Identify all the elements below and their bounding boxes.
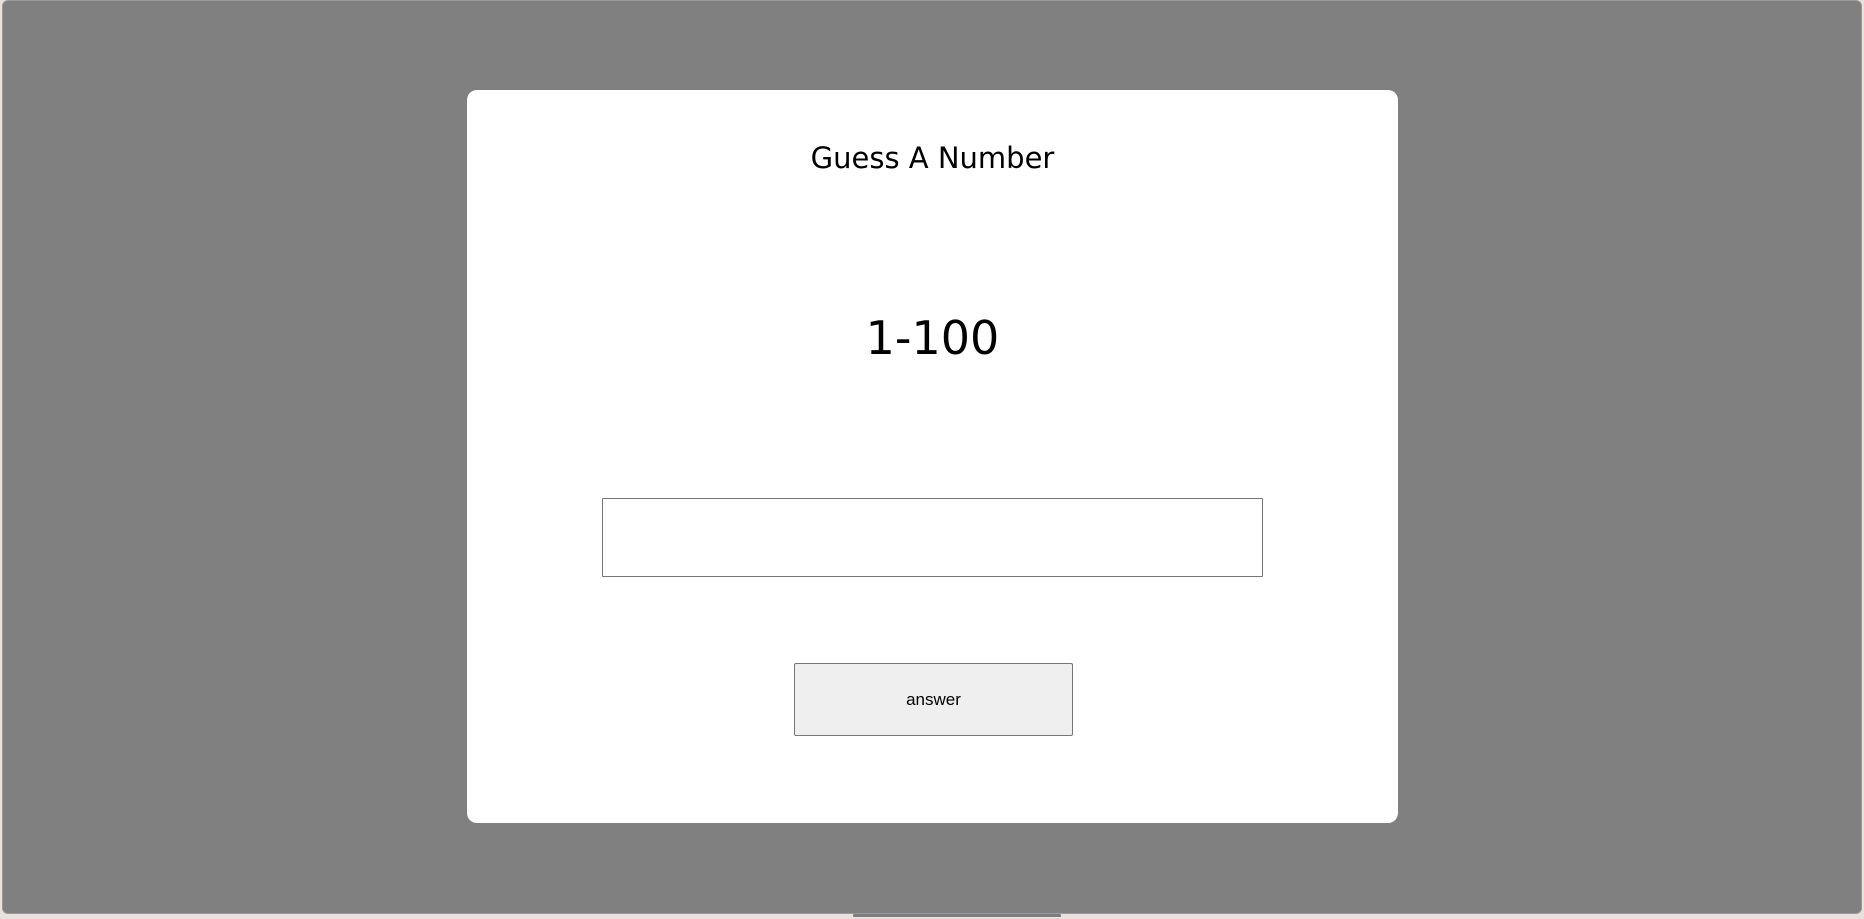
guess-input[interactable] <box>602 498 1263 577</box>
horizontal-scrollbar[interactable] <box>853 914 1061 917</box>
page-title: Guess A Number <box>810 141 1055 175</box>
answer-button[interactable]: answer <box>794 663 1073 736</box>
range-label: 1-100 <box>865 311 1000 365</box>
